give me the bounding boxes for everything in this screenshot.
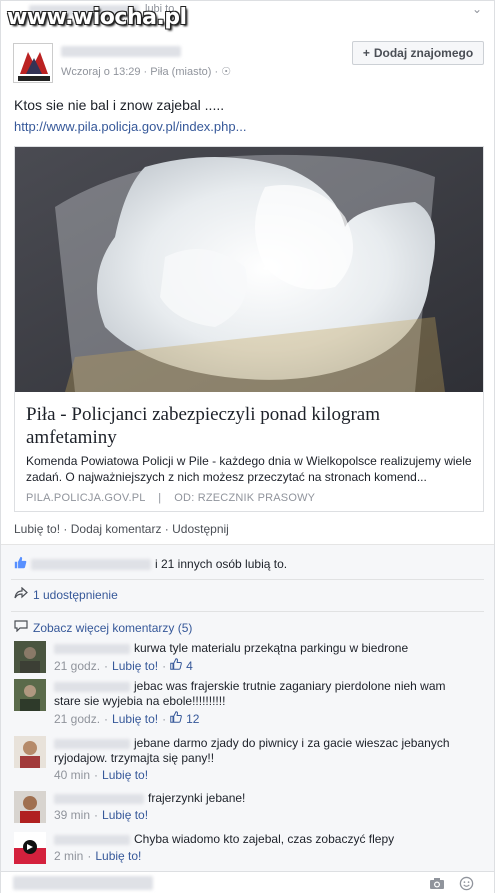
globe-icon[interactable]: ☉	[221, 66, 231, 78]
meta-dot: ·	[94, 768, 99, 782]
comment-time[interactable]: 39 min	[54, 808, 90, 823]
link-source: PILA.POLICJA.GOV.PL | OD: RZECZNIK PRASO…	[26, 492, 315, 504]
comment-like-link[interactable]: Lubię to!	[102, 808, 148, 823]
post-timestamp[interactable]: Wczoraj o 13:29	[61, 66, 140, 78]
composer-placeholder-blurred[interactable]	[13, 876, 153, 890]
meta-dot: ·	[162, 711, 167, 726]
link-description: Komenda Powiatowa Policji w Pile - każde…	[26, 454, 472, 484]
camera-icon[interactable]	[429, 877, 445, 893]
comment-text: kurwa tyle materialu przekątna parkingu …	[134, 641, 409, 655]
avatar[interactable]	[14, 791, 46, 823]
comment-bubble-icon	[14, 620, 28, 635]
commenter-name-blurred[interactable]	[54, 793, 144, 804]
comment-body: kurwa tyle materialu przekątna parkingu …	[54, 641, 474, 674]
comment-body: Chyba wiadomo kto zajebal, czas zobaczyć…	[54, 832, 474, 864]
smiley-icon[interactable]	[459, 876, 474, 893]
comment-meta: 40 min · Lubię to!	[54, 768, 474, 783]
comment-time[interactable]: 21 godz.	[54, 659, 100, 674]
thumbs-up-icon	[170, 658, 182, 674]
link-preview-image[interactable]	[15, 147, 483, 392]
post-link[interactable]: http://www.pila.policja.gov.pl/index.php…	[14, 119, 246, 134]
comment-action[interactable]: Dodaj komentarz	[71, 522, 162, 536]
commenter-name-blurred[interactable]	[54, 834, 130, 845]
meta-dot: ·	[104, 658, 109, 673]
post-actions: Lubię to! · Dodaj komentarz · Udostępnij	[14, 522, 229, 536]
link-author: OD: RZECZNIK PRASOWY	[174, 492, 316, 504]
comment-meta: 2 min · Lubię to!	[54, 849, 474, 864]
feedback-section: i 21 innych osób lubią to. 1 udostępnien…	[1, 544, 494, 893]
comment-body: frajerzynki jebane! 39 min · Lubię to!	[54, 791, 474, 823]
comment-meta: 21 godz. · Lubię to! · 12	[54, 711, 474, 727]
likes-summary: i 21 innych osób lubią to.	[14, 556, 287, 572]
comment-time[interactable]: 2 min	[54, 849, 83, 864]
meta-dot: ·	[104, 711, 109, 726]
thumbs-up-icon	[14, 556, 27, 572]
link-title[interactable]: Piła - Policjanci zabezpieczyli ponad ki…	[26, 403, 466, 449]
post-text: Ktos sie nie bal i znow zajebal .....	[14, 97, 225, 113]
author-name-blurred[interactable]	[61, 46, 181, 57]
meta-dot: ·	[162, 658, 167, 673]
comment-time[interactable]: 40 min	[54, 768, 90, 783]
like-action[interactable]: Lubię to!	[14, 522, 60, 536]
comment-like-count[interactable]: 4	[186, 659, 193, 674]
comment-body: jebane darmo zjady do piwnicy i za gacie…	[54, 736, 474, 783]
watermark: www.wiocha.pl	[7, 5, 187, 30]
shares-summary[interactable]: 1 udostępnienie	[14, 586, 118, 602]
more-comments-link[interactable]: Zobacz więcej komentarzy (5)	[14, 620, 192, 635]
avatar[interactable]	[14, 832, 46, 864]
divider	[11, 611, 484, 612]
meta-dot: ·	[94, 808, 99, 822]
more-comments-text: Zobacz więcej komentarzy (5)	[33, 620, 193, 635]
comment-meta: 21 godz. · Lubię to! · 4	[54, 658, 474, 674]
comment-meta: 39 min · Lubię to!	[54, 808, 474, 823]
avatar[interactable]	[13, 43, 53, 83]
comment-time[interactable]: 21 godz.	[54, 712, 100, 727]
link-domain: PILA.POLICJA.GOV.PL	[26, 492, 146, 504]
avatar[interactable]	[14, 641, 46, 673]
post-meta: Wczoraj o 13:29 · Piła (miasto) · ☉	[61, 65, 231, 78]
chevron-down-icon[interactable]: ⌄	[472, 2, 482, 16]
likes-text[interactable]: i 21 innych osób lubią to.	[155, 557, 287, 571]
comment-text: Chyba wiadomo kto zajebal, czas zobaczyć…	[134, 832, 395, 846]
avatar[interactable]	[14, 679, 46, 711]
comment-like-link[interactable]: Lubię to!	[95, 849, 141, 864]
post-location[interactable]: Piła (miasto)	[150, 66, 211, 78]
source-separator: |	[148, 492, 172, 504]
meta-dot: ·	[87, 849, 92, 863]
comment-like-link[interactable]: Lubię to!	[102, 768, 148, 783]
commenter-name-blurred[interactable]	[54, 681, 130, 692]
comment-like-link[interactable]: Lubię to!	[112, 659, 158, 674]
comment-body: jebac was frajerskie trutnie zaganiary p…	[54, 679, 474, 727]
commenter-name-blurred[interactable]	[54, 643, 130, 654]
add-friend-label: Dodaj znajomego	[373, 46, 474, 60]
comment-like-link[interactable]: Lubię to!	[112, 712, 158, 727]
add-friend-button[interactable]: + Dodaj znajomego	[352, 41, 484, 65]
likers-blurred[interactable]	[31, 558, 151, 570]
comment-composer[interactable]	[1, 871, 494, 893]
action-dot: ·	[63, 522, 71, 536]
share-action[interactable]: Udostępnij	[172, 522, 229, 536]
commenter-name-blurred[interactable]	[54, 738, 130, 749]
link-preview-card[interactable]: Piła - Policjanci zabezpieczyli ponad ki…	[14, 146, 484, 512]
avatar[interactable]	[14, 736, 46, 768]
post-card: lubi to. ⌄ www.wiocha.pl Wczoraj o 13:29…	[0, 0, 495, 893]
add-friend-icon: +	[362, 46, 370, 60]
thumbs-up-icon	[170, 711, 182, 727]
share-icon	[14, 586, 28, 602]
divider	[11, 579, 484, 580]
comment-like-count[interactable]: 12	[186, 712, 199, 727]
shares-text: 1 udostępnienie	[33, 587, 118, 602]
comment-text: frajerzynki jebane!	[148, 791, 246, 805]
